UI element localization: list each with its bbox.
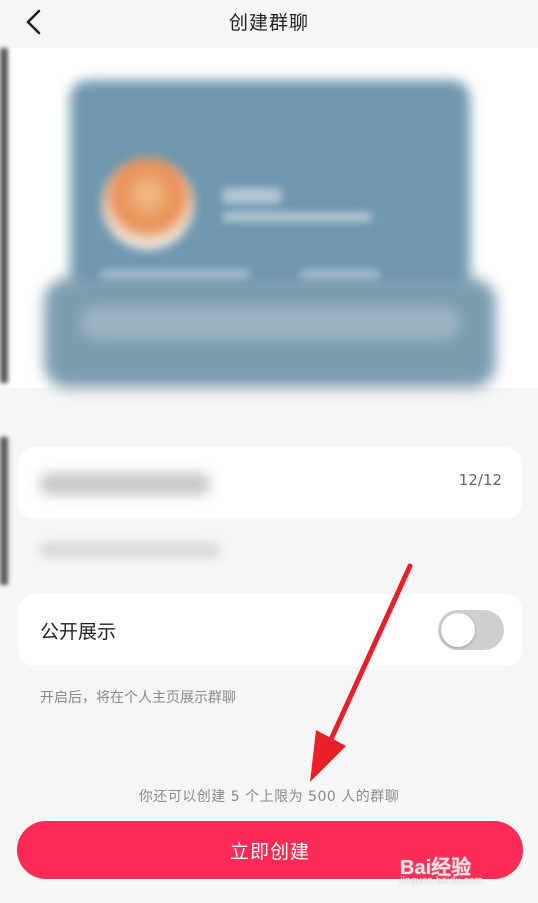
blurred-group-name <box>40 473 210 495</box>
create-now-button-label: 立即创建 <box>229 840 310 863</box>
preview-card-strip-blurred <box>80 306 460 340</box>
blurred-text <box>222 188 282 204</box>
group-name-input[interactable]: 12/12 <box>18 447 522 519</box>
group-name-section: 12/12 <box>0 437 538 587</box>
public-display-label: 公开展示 <box>40 621 117 643</box>
public-display-toggle[interactable] <box>438 610 504 650</box>
group-card-preview <box>0 48 538 388</box>
blurred-text <box>222 212 372 222</box>
public-display-hint: 开启后，将在个人主页展示群聊 <box>40 690 236 706</box>
public-display-row: 公开展示 <box>18 594 522 666</box>
page-title: 创建群聊 <box>228 12 309 34</box>
character-counter: 12/12 <box>458 471 502 489</box>
group-quota-text: 你还可以创建 5 个上限为 500 人的群聊 <box>138 789 400 805</box>
group-avatar-blurred <box>102 158 194 250</box>
watermark-logo: Bai经验 jingyan.baidu.com <box>400 849 520 889</box>
watermark-subtext: jingyan.baidu.com <box>400 876 484 886</box>
blurred-hint-text <box>40 543 220 557</box>
toggle-knob <box>441 613 475 647</box>
navigation-bar: 创建群聊 <box>0 0 538 44</box>
annotation-arrow-icon <box>310 563 413 782</box>
